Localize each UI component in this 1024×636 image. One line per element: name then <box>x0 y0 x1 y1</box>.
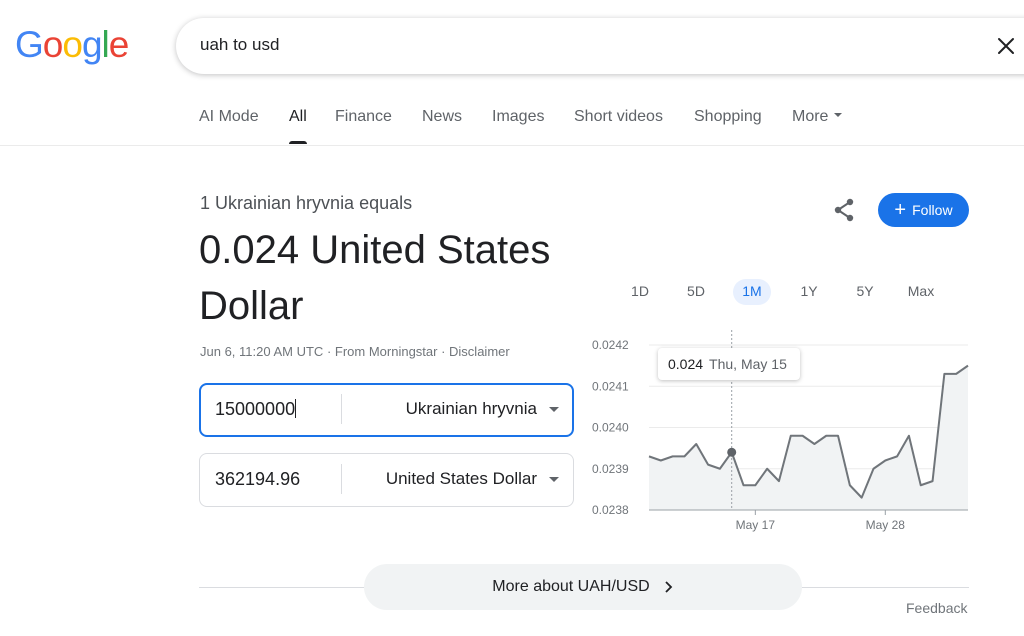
logo-letter: o <box>42 24 64 65</box>
x-tick-label: May 17 <box>736 518 776 532</box>
to-currency-box: 362194.96 United States Dollar <box>199 453 574 507</box>
google-logo[interactable]: Google <box>15 24 130 66</box>
tooltip-value: 0.024 <box>668 356 704 372</box>
tab-ai-mode[interactable]: AI Mode <box>199 108 259 126</box>
search-input[interactable]: uah to usd <box>200 35 279 55</box>
disclaimer-link[interactable]: Disclaimer <box>449 344 510 359</box>
range-5d[interactable]: 5D <box>680 279 712 305</box>
logo-letter: G <box>15 24 44 65</box>
text-cursor <box>295 399 297 418</box>
chart-tooltip: 0.024 Thu, May 15 <box>658 348 800 380</box>
logo-letter: l <box>101 24 110 65</box>
follow-button[interactable]: + Follow <box>878 193 969 227</box>
tab-all[interactable]: All <box>289 108 307 126</box>
conversion-result: 0.024 United States Dollar <box>199 228 551 328</box>
range-1m[interactable]: 1M <box>733 279 771 305</box>
tab-short-videos[interactable]: Short videos <box>574 108 663 126</box>
tab-finance[interactable]: Finance <box>335 108 392 126</box>
timestamp: Jun 6, 11:20 AM UTC <box>200 344 324 359</box>
source-label: From Morningstar <box>334 344 438 359</box>
tab-news[interactable]: News <box>422 108 462 126</box>
more-about-label: More about UAH/USD <box>492 578 650 595</box>
share-icon[interactable] <box>830 196 858 224</box>
close-icon[interactable] <box>994 34 1018 58</box>
equals-label: 1 Ukrainian hryvnia equals <box>200 193 413 213</box>
search-bar[interactable]: uah to usd <box>176 18 1024 74</box>
y-tick-label: 0.0242 <box>592 338 629 352</box>
from-currency-select[interactable]: Ukrainian hryvnia <box>406 399 537 419</box>
tab-shopping[interactable]: Shopping <box>694 108 762 126</box>
tab-images[interactable]: Images <box>492 108 544 126</box>
area-fill <box>649 365 968 510</box>
meta-line: Jun 6, 11:20 AM UTC · From Morningstar ·… <box>200 344 510 359</box>
header-divider <box>0 145 1024 146</box>
y-tick-label: 0.0239 <box>592 462 629 476</box>
y-tick-label: 0.0241 <box>592 379 629 393</box>
highlight-point <box>727 447 737 457</box>
from-currency-box: 15000000 Ukrainian hryvnia <box>199 383 574 437</box>
logo-letter: e <box>108 24 130 65</box>
range-5y[interactable]: 5Y <box>849 279 881 305</box>
y-tick-label: 0.0240 <box>592 421 629 435</box>
logo-letter: g <box>81 24 103 65</box>
plus-icon: + <box>894 199 907 221</box>
follow-label: Follow <box>912 202 953 218</box>
chevron-right-icon <box>665 581 672 593</box>
logo-letter: o <box>62 24 83 65</box>
to-amount-input[interactable]: 362194.96 <box>215 469 300 490</box>
y-tick-label: 0.0238 <box>592 503 629 517</box>
from-amount-value: 15000000 <box>215 399 296 419</box>
range-1d[interactable]: 1D <box>624 279 656 305</box>
tab-more-label: More <box>792 108 829 125</box>
x-tick-label: May 28 <box>866 518 906 532</box>
range-1y[interactable]: 1Y <box>793 279 825 305</box>
field-separator <box>341 464 342 494</box>
to-currency-select[interactable]: United States Dollar <box>386 469 537 489</box>
separator: · <box>437 344 450 359</box>
range-max[interactable]: Max <box>902 279 940 305</box>
dropdown-caret-icon[interactable] <box>549 477 559 482</box>
separator: · <box>323 344 335 359</box>
field-separator <box>341 394 342 424</box>
active-tab-indicator <box>289 141 307 144</box>
from-amount-input[interactable]: 15000000 <box>215 399 297 420</box>
caret-down-icon <box>834 112 843 117</box>
tooltip-date: Thu, May 15 <box>709 356 787 372</box>
more-about-button[interactable]: More about UAH/USD <box>364 564 802 610</box>
feedback-link[interactable]: Feedback <box>906 600 967 616</box>
tab-more[interactable]: More <box>792 108 843 126</box>
dropdown-caret-icon[interactable] <box>549 407 559 412</box>
